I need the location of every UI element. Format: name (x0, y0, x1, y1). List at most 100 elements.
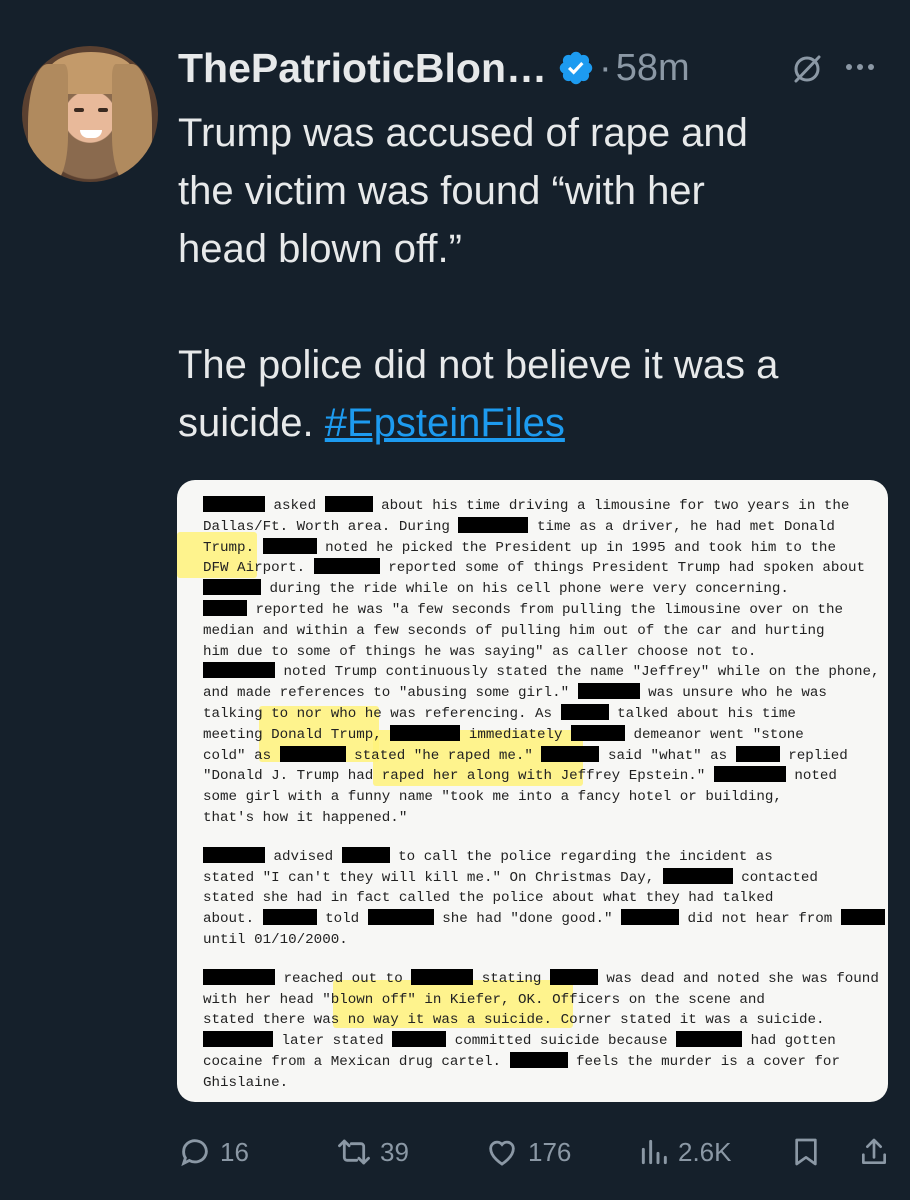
redaction-bar (341, 846, 390, 863)
document-text-segment: contacted (741, 869, 818, 886)
document-text-segment: demeanor went "stone (633, 726, 804, 743)
bookmark-icon (790, 1134, 822, 1170)
redaction-bar (203, 579, 261, 596)
action-bar: 16 39 176 2.6K (178, 1128, 890, 1176)
document-text-segment: reported some of things President Trump … (388, 560, 865, 577)
document-line: later stated committed suicide because h… (203, 1031, 879, 1052)
document-text-segment: stated there was no way it was a suicide… (203, 1012, 825, 1029)
tweet-text: Trump was accused of rape and the victim… (178, 104, 888, 452)
hashtag-link[interactable]: #EpsteinFiles (325, 401, 565, 445)
bookmark-button[interactable] (790, 1128, 822, 1176)
document-line: him due to some of things he was saying"… (203, 642, 879, 663)
document-line: with her head "blown off" in Kiefer, OK.… (203, 990, 879, 1011)
document-line: "Donald J. Trump had raped her along wit… (203, 766, 879, 787)
document-line: cold" as stated "he raped me." said "wha… (203, 745, 879, 767)
document-paragraph: advised to call the police regarding the… (203, 846, 885, 951)
document-text-segment: that's how it happened." (203, 809, 408, 826)
tweet-line: The police did not believe it was a (178, 343, 779, 387)
like-button[interactable]: 176 (484, 1128, 571, 1176)
redaction-bar (549, 968, 598, 985)
tweet-line: suicide. #EpsteinFiles (178, 394, 888, 452)
redaction-bar (735, 745, 780, 762)
tweet-line: the victim was found “with her (178, 169, 705, 213)
document-text-segment: she had "done good." (442, 911, 613, 928)
redaction-bar (203, 662, 275, 679)
document-text-segment: cocaine from a Mexican drug cartel. (203, 1053, 501, 1070)
redaction-bar (560, 703, 609, 720)
display-name[interactable]: ThePatrioticBlon… (178, 45, 547, 92)
document-text: asked about his time driving a limousine… (203, 496, 885, 1102)
redaction-bar (541, 745, 600, 762)
document-line: reported he was "a few seconds from pull… (203, 599, 879, 621)
timestamp[interactable]: 58m (616, 47, 690, 90)
document-line: Trump. noted he picked the President up … (203, 537, 879, 559)
document-text-segment: replied (788, 747, 848, 764)
document-text-segment: stating (481, 970, 542, 987)
avatar[interactable] (22, 46, 158, 182)
document-text-segment: about. (203, 911, 255, 928)
document-text-segment: median and within a few seconds of pulli… (203, 622, 825, 639)
views-icon (638, 1135, 670, 1169)
avatar-hair-right (112, 64, 152, 182)
document-text-segment: was dead and noted she was found (606, 970, 879, 987)
redaction-bar (662, 867, 733, 884)
grok-icon[interactable] (790, 52, 824, 91)
document-line: asked about his time driving a limousine… (203, 496, 879, 517)
reply-button[interactable]: 16 (178, 1128, 249, 1176)
document-text-segment: noted he picked the President up in 1995… (325, 539, 836, 556)
document-text-segment: to call the police regarding the inciden… (398, 848, 773, 865)
document-text-segment: until 01/10/2000. (203, 931, 348, 948)
document-text-segment: meeting Donald Trump, (203, 726, 382, 743)
document-line: advised to call the police regarding the… (203, 846, 879, 868)
redaction-bar (262, 537, 317, 554)
document-text-segment: talked about his time (617, 705, 796, 722)
repost-count: 39 (380, 1136, 409, 1167)
redaction-bar (203, 599, 247, 616)
redaction-bar (324, 496, 373, 512)
redaction-bar (203, 846, 265, 863)
reply-icon (178, 1135, 212, 1169)
document-text-segment: said "what" as (607, 747, 728, 764)
document-text-segment: reached out to (283, 970, 403, 987)
document-text-segment: stated "I can't they will kill me." On C… (203, 869, 655, 886)
avatar-eye-right (98, 108, 108, 112)
views-button[interactable]: 2.6K (638, 1128, 732, 1176)
redaction-bar (390, 724, 461, 741)
document-text-segment: "Donald J. Trump had raped her along wit… (203, 768, 706, 785)
redaction-bar (367, 909, 434, 926)
document-line: median and within a few seconds of pulli… (203, 621, 879, 642)
document-text-segment: stated she had in fact called the police… (203, 890, 774, 907)
document-text-segment: told (325, 911, 360, 928)
document-line: talking to nor who he was referencing. A… (203, 703, 879, 725)
document-text-segment: reported he was "a few seconds from pull… (255, 601, 843, 618)
document-text-segment: committed suicide because (454, 1033, 668, 1050)
document-text-segment: immediately (468, 726, 563, 743)
redaction-bar (840, 909, 885, 926)
document-image[interactable]: asked about his time driving a limousine… (177, 480, 888, 1102)
redaction-bar (203, 968, 275, 985)
document-line: stated "I can't they will kill me." On C… (203, 867, 879, 889)
redaction-bar (203, 496, 265, 512)
document-line: reached out to stating was dead and note… (203, 968, 879, 990)
more-icon[interactable] (846, 64, 874, 70)
document-text-segment: Trump. (203, 539, 255, 556)
reply-count: 16 (220, 1136, 249, 1167)
document-text-segment: asked (273, 498, 317, 514)
document-line: stated there was no way it was a suicide… (203, 1010, 879, 1031)
avatar-eye-left (74, 108, 84, 112)
document-text-segment: some girl with a funny name "took me int… (203, 789, 782, 806)
document-text-segment: and made references to "abusing some gir… (203, 685, 570, 702)
document-text-segment: advised (273, 848, 334, 865)
tweet-line: Trump was accused of rape and (178, 111, 748, 155)
share-button[interactable] (858, 1128, 890, 1176)
like-count: 176 (528, 1136, 572, 1167)
redaction-bar (713, 766, 786, 783)
verified-badge-icon[interactable] (557, 49, 595, 87)
document-line: cocaine from a Mexican drug cartel. feel… (203, 1051, 879, 1073)
redaction-bar (571, 724, 625, 741)
document-text-segment: Ghislaine. (203, 1074, 289, 1091)
redaction-bar (621, 909, 680, 926)
repost-button[interactable]: 39 (336, 1128, 409, 1176)
document-text-segment: time as a driver, he had met Donald (536, 518, 835, 535)
redaction-bar (458, 516, 529, 533)
